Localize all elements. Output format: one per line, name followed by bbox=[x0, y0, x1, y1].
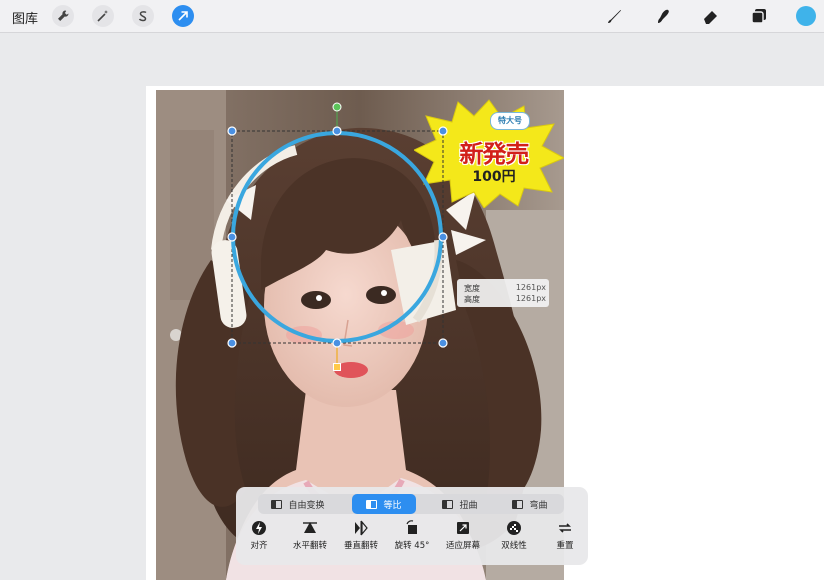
reset-icon bbox=[559, 523, 571, 533]
mode-distort[interactable]: 扭曲 bbox=[428, 494, 492, 514]
handle-bottom-left[interactable] bbox=[227, 338, 237, 348]
flip-horizontal-icon bbox=[303, 522, 317, 533]
mode-warp-label: 弯曲 bbox=[529, 500, 548, 511]
width-value: 1261px bbox=[515, 283, 546, 292]
fit-to-screen-label: 适应屏幕 bbox=[445, 541, 480, 551]
handle-top-right[interactable] bbox=[438, 126, 448, 136]
reset-label: 重置 bbox=[556, 541, 574, 551]
mode-uniform[interactable]: 等比 bbox=[352, 494, 416, 514]
handle-top-left[interactable] bbox=[227, 126, 237, 136]
flip-vertical-icon bbox=[355, 520, 368, 536]
snap-icon bbox=[252, 521, 266, 535]
height-value: 1261px bbox=[515, 294, 546, 303]
snap-label: 对齐 bbox=[250, 541, 268, 551]
fit-to-screen-button[interactable]: 适应屏幕 bbox=[435, 519, 491, 559]
flip-vertical-button[interactable]: 垂直翻转 bbox=[333, 519, 389, 559]
bilinear-icon bbox=[507, 521, 521, 535]
bilinear-button[interactable]: 双线性 bbox=[486, 519, 542, 559]
size-info-tag: 宽度 1261px 高度 1261px bbox=[457, 279, 549, 307]
flip-horizontal-label: 水平翻转 bbox=[292, 541, 327, 551]
selected-circle-shape bbox=[231, 131, 443, 343]
mode-warp[interactable]: 弯曲 bbox=[498, 494, 562, 514]
handle-right[interactable] bbox=[438, 232, 448, 242]
transform-actions: 对齐 水平翻转 垂直翻转 旋转 45° 适应屏幕 双线性 重置 bbox=[236, 519, 588, 559]
rotate-45-label: 旋转 45° bbox=[394, 541, 430, 551]
bilinear-label: 双线性 bbox=[501, 541, 527, 551]
rotate-45-icon bbox=[406, 520, 417, 534]
warp-icon bbox=[512, 499, 524, 509]
uniform-icon bbox=[366, 499, 378, 509]
height-label: 高度 bbox=[464, 295, 480, 304]
mode-freeform-label: 自由变换 bbox=[288, 500, 325, 511]
snap-button[interactable]: 对齐 bbox=[231, 519, 287, 559]
distort-icon bbox=[442, 499, 454, 509]
freeform-icon bbox=[271, 499, 283, 509]
handle-bottom[interactable] bbox=[332, 338, 342, 348]
rotate-45-button[interactable]: 旋转 45° bbox=[384, 519, 440, 559]
mode-uniform-label: 等比 bbox=[383, 500, 402, 511]
handle-left[interactable] bbox=[227, 232, 237, 242]
handle-bottom-right[interactable] bbox=[438, 338, 448, 348]
flip-horizontal-button[interactable]: 水平翻转 bbox=[282, 519, 338, 559]
transform-panel: 自由变换 等比 扭曲 弯曲 对齐 水平翻转 垂直翻转 旋转 45° 适应屏幕 双… bbox=[236, 487, 588, 565]
handle-top[interactable] bbox=[332, 126, 342, 136]
mode-freeform[interactable]: 自由变换 bbox=[258, 494, 338, 514]
transform-mode-selector: 自由变换 等比 扭曲 弯曲 bbox=[258, 494, 564, 514]
rotation-handle[interactable] bbox=[332, 102, 342, 112]
skew-handle[interactable] bbox=[333, 363, 341, 371]
width-label: 宽度 bbox=[464, 284, 480, 293]
mode-distort-label: 扭曲 bbox=[459, 500, 478, 511]
flip-vertical-label: 垂直翻转 bbox=[343, 541, 378, 551]
reset-button[interactable]: 重置 bbox=[537, 519, 593, 559]
fit-to-screen-icon bbox=[457, 522, 469, 534]
